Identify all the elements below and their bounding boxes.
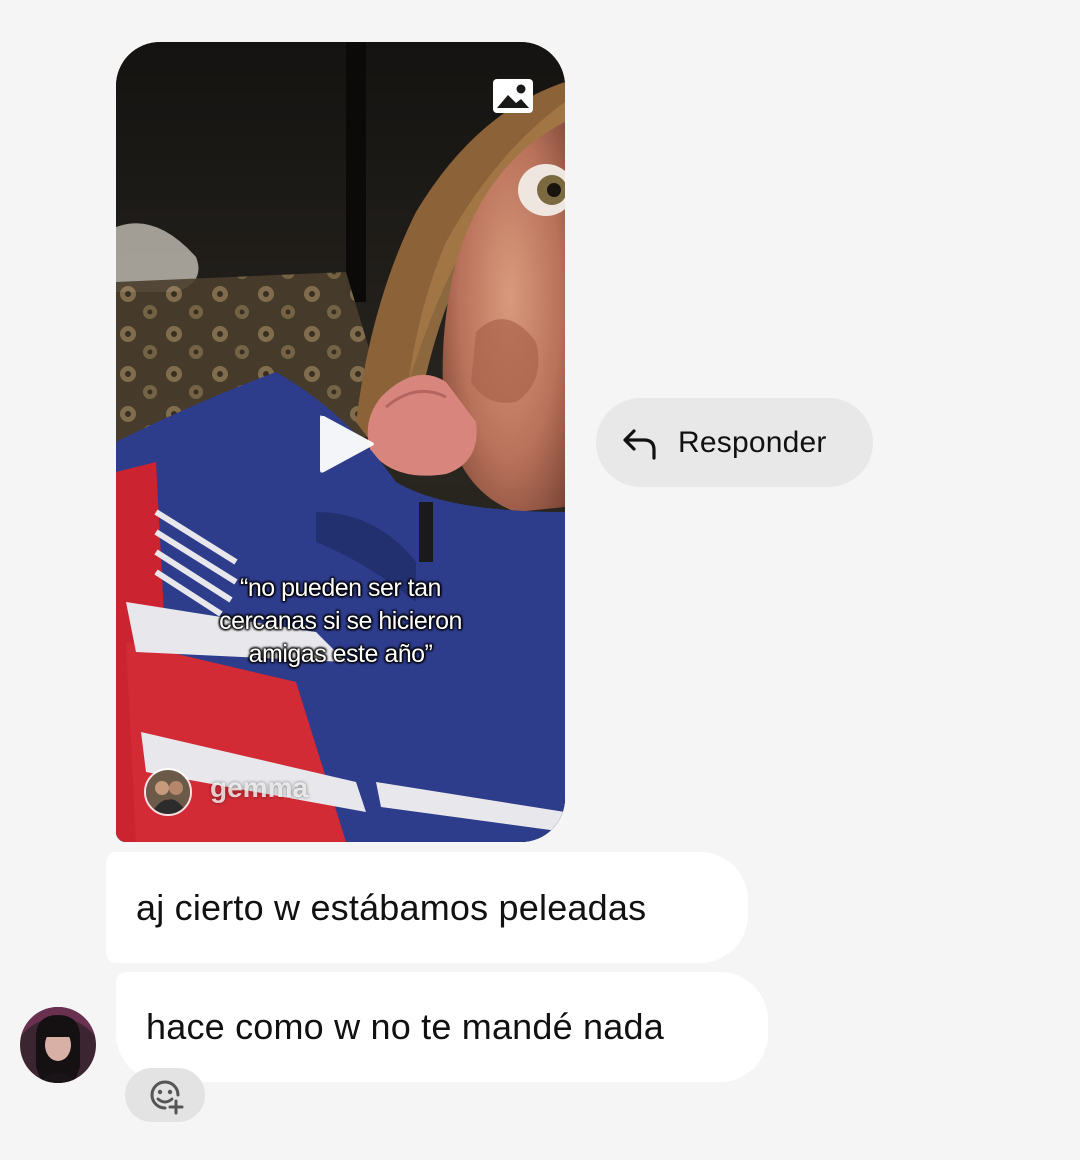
creator-name[interactable]: gemma (210, 772, 308, 804)
video-caption: “no pueden ser tan cercanas si se hicier… (116, 572, 565, 671)
video-caption-line: “no pueden ser tan (240, 574, 441, 602)
creator-avatar[interactable] (144, 768, 192, 816)
video-caption-line: cercanas si se hicieron (219, 607, 462, 635)
reply-button[interactable]: Responder (596, 398, 873, 487)
add-reaction-icon (150, 1080, 184, 1115)
message-bubble[interactable]: aj cierto w estábamos peleadas (106, 852, 748, 963)
play-icon[interactable] (316, 412, 376, 476)
message-text: aj cierto w estábamos peleadas (136, 886, 647, 928)
message-bubble[interactable]: hace como w no te mandé nada (116, 972, 768, 1082)
shared-video-card[interactable]: “no pueden ser tan cercanas si se hicier… (116, 42, 565, 842)
reply-label: Responder (678, 425, 827, 459)
add-reaction-button[interactable] (125, 1068, 205, 1122)
reply-arrow-icon (623, 428, 656, 460)
video-caption-line: amigas este año” (248, 640, 433, 668)
message-text: hace como w no te mandé nada (146, 1006, 664, 1047)
image-icon (493, 79, 533, 113)
sender-avatar[interactable] (20, 1007, 96, 1083)
